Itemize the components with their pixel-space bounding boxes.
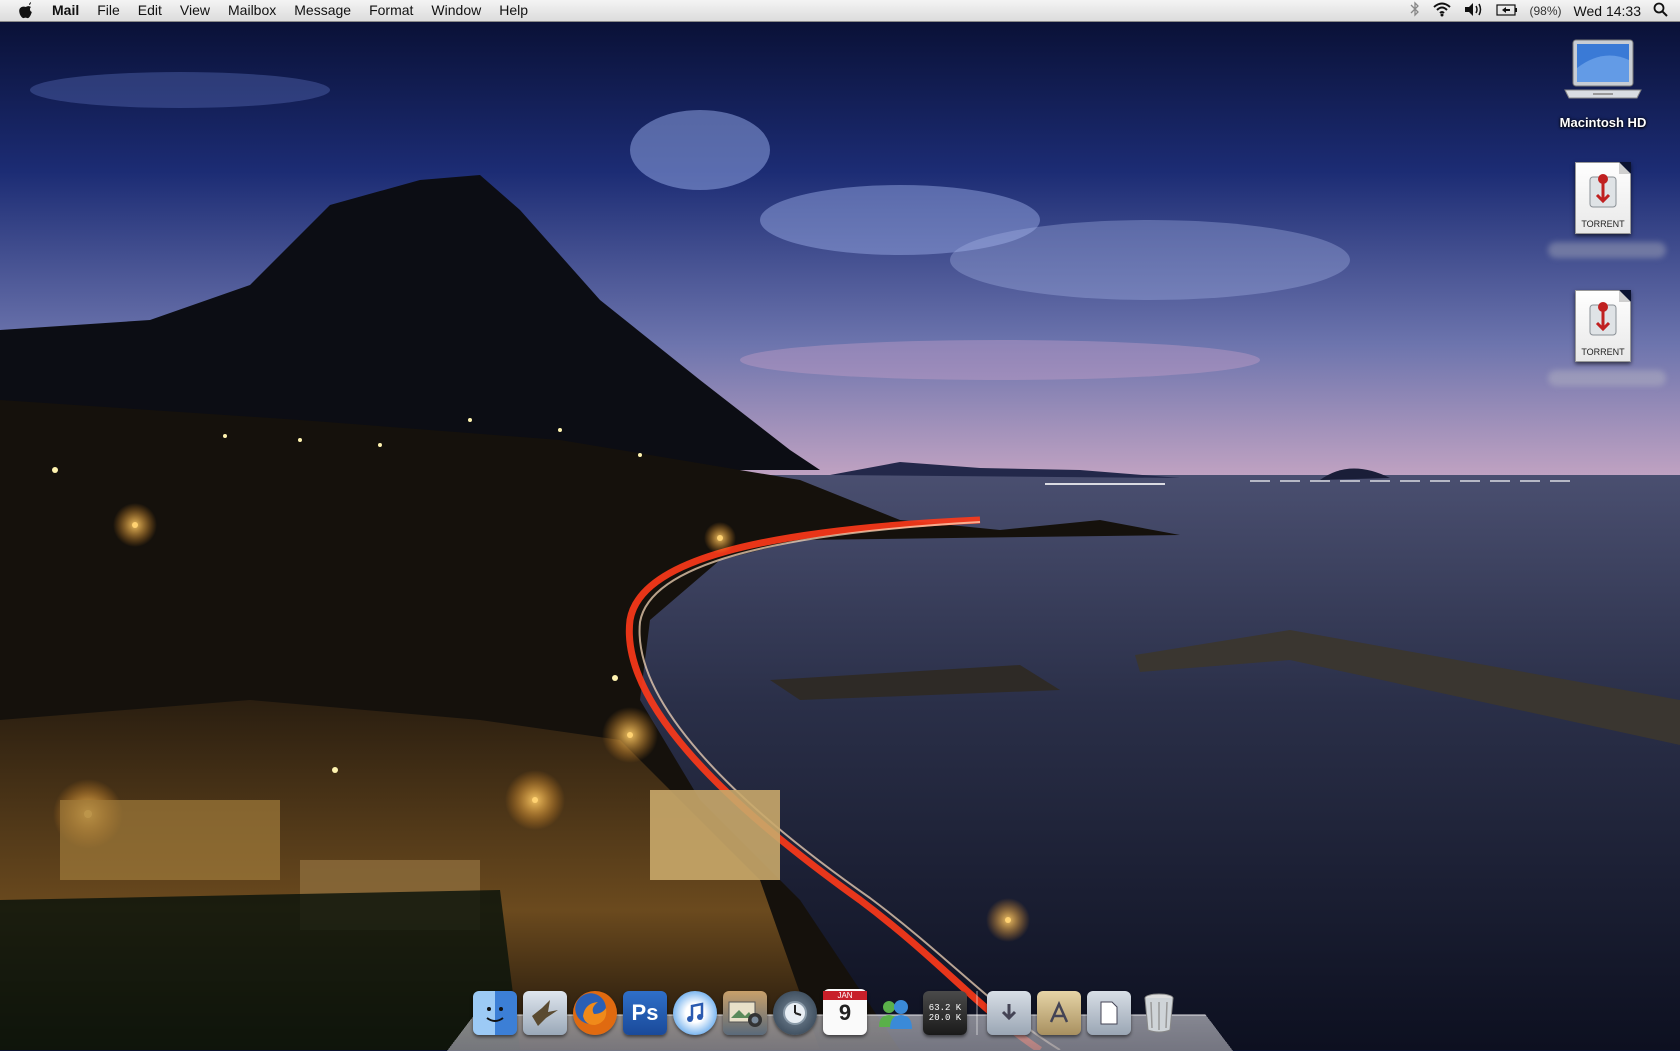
torrent-file-caption: TORRENT	[1581, 219, 1625, 229]
dock: Ps JAN 9 63.2 K 20.0 K	[470, 983, 1184, 1035]
dock-separator	[976, 991, 978, 1035]
photoshop-icon[interactable]: Ps	[623, 991, 667, 1035]
app-menu-mail[interactable]: Mail	[48, 0, 88, 21]
torrent-file-icon: TORRENT	[1575, 162, 1631, 234]
ical-month: JAN	[823, 991, 867, 1000]
ical-icon[interactable]: JAN 9	[823, 989, 867, 1035]
menu-window[interactable]: Window	[422, 0, 490, 21]
desktop-icon-macintosh-hd[interactable]: Macintosh HD	[1548, 38, 1658, 130]
documents-stack-icon[interactable]	[1087, 991, 1131, 1035]
time-machine-icon[interactable]	[773, 991, 817, 1035]
menu-view[interactable]: View	[171, 0, 219, 21]
desktop-icon-label-blurred	[1548, 370, 1666, 386]
menu-help[interactable]: Help	[490, 0, 537, 21]
messenger-icon[interactable]	[873, 991, 917, 1035]
spotlight-search-icon[interactable]	[1653, 2, 1668, 20]
mail-icon[interactable]	[523, 991, 567, 1035]
downloads-stack-icon[interactable]	[987, 991, 1031, 1035]
network-meter-icon[interactable]: 63.2 K 20.0 K	[923, 991, 967, 1035]
wifi-icon[interactable]	[1432, 2, 1452, 20]
battery-percent[interactable]: (98%)	[1530, 4, 1562, 18]
menu-format[interactable]: Format	[360, 0, 422, 21]
desktop-wallpaper	[0, 0, 1680, 1050]
apple-menu-icon[interactable]	[16, 1, 36, 21]
menu-file[interactable]: File	[88, 0, 129, 21]
desktop-icon-label-blurred	[1548, 242, 1666, 258]
applications-stack-icon[interactable]	[1037, 991, 1081, 1035]
bluetooth-icon[interactable]	[1410, 1, 1420, 20]
net-upload-rate: 63.2 K	[928, 1003, 962, 1013]
torrent-file-caption: TORRENT	[1581, 347, 1625, 357]
trash-icon[interactable]	[1137, 991, 1181, 1035]
net-download-rate: 20.0 K	[928, 1013, 962, 1023]
battery-icon[interactable]	[1495, 3, 1518, 19]
finder-icon[interactable]	[473, 991, 517, 1035]
hard-drive-icon	[1548, 38, 1658, 109]
desktop-icon-torrent-1[interactable]: TORRENT	[1548, 162, 1666, 258]
ical-day: 9	[838, 1000, 852, 1025]
desktop-icon-torrent-2[interactable]: TORRENT	[1548, 290, 1666, 386]
iphoto-icon[interactable]	[723, 991, 767, 1035]
menu-bar: Mail File Edit View Mailbox Message Form…	[0, 0, 1680, 22]
desktop-icon-label: Macintosh HD	[1559, 115, 1647, 130]
itunes-icon[interactable]	[673, 991, 717, 1035]
menu-edit[interactable]: Edit	[129, 0, 171, 21]
photoshop-label: Ps	[631, 1000, 659, 1025]
menu-mailbox[interactable]: Mailbox	[219, 0, 285, 21]
firefox-icon[interactable]	[573, 991, 617, 1035]
torrent-file-icon: TORRENT	[1575, 290, 1631, 362]
menu-clock[interactable]: Wed 14:33	[1574, 3, 1641, 19]
menu-message[interactable]: Message	[285, 0, 360, 21]
volume-icon[interactable]	[1464, 2, 1484, 20]
